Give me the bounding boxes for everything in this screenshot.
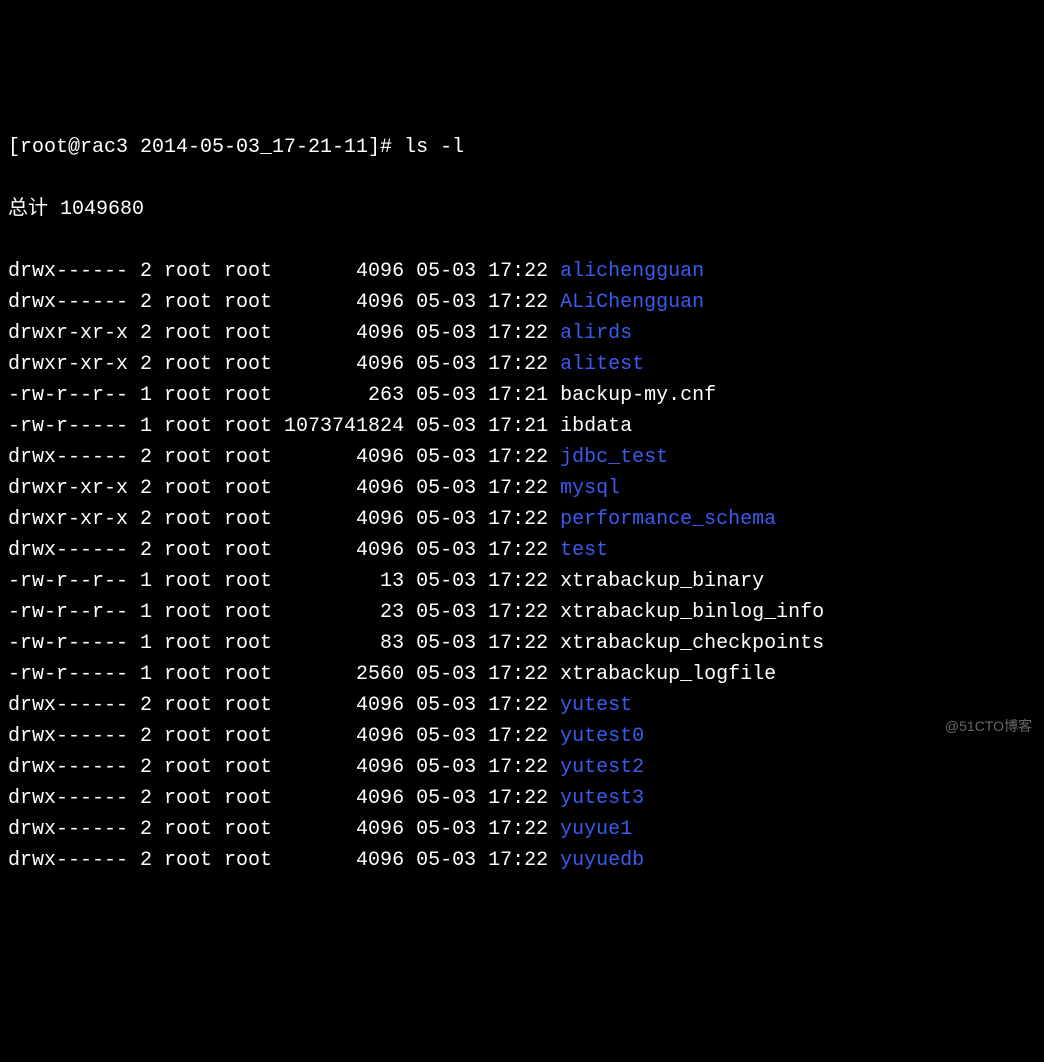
file-meta: drwx------ 2 root root 4096 05-03 17:22 bbox=[8, 787, 560, 810]
file-row: -rw-r----- 1 root root 83 05-03 17:22 xt… bbox=[8, 628, 1036, 659]
directory-name: alitest bbox=[560, 353, 644, 376]
file-row: drwxr-xr-x 2 root root 4096 05-03 17:22 … bbox=[8, 473, 1036, 504]
file-listing: drwx------ 2 root root 4096 05-03 17:22 … bbox=[8, 256, 1036, 876]
file-meta: drwx------ 2 root root 4096 05-03 17:22 bbox=[8, 849, 560, 872]
file-meta: -rw-r--r-- 1 root root 263 05-03 17:21 bbox=[8, 384, 560, 407]
directory-name: yutest3 bbox=[560, 787, 644, 810]
file-row: drwx------ 2 root root 4096 05-03 17:22 … bbox=[8, 783, 1036, 814]
file-meta: -rw-r----- 1 root root 1073741824 05-03 … bbox=[8, 415, 560, 438]
file-name: xtrabackup_binary bbox=[560, 570, 764, 593]
file-row: drwxr-xr-x 2 root root 4096 05-03 17:22 … bbox=[8, 349, 1036, 380]
file-meta: drwx------ 2 root root 4096 05-03 17:22 bbox=[8, 725, 560, 748]
file-meta: drwxr-xr-x 2 root root 4096 05-03 17:22 bbox=[8, 353, 560, 376]
directory-name: alichengguan bbox=[560, 260, 704, 283]
directory-name: yuyuedb bbox=[560, 849, 644, 872]
file-meta: drwxr-xr-x 2 root root 4096 05-03 17:22 bbox=[8, 477, 560, 500]
directory-name: jdbc_test bbox=[560, 446, 668, 469]
file-meta: drwx------ 2 root root 4096 05-03 17:22 bbox=[8, 694, 560, 717]
file-meta: drwxr-xr-x 2 root root 4096 05-03 17:22 bbox=[8, 322, 560, 345]
total-line: 总计 1049680 bbox=[8, 194, 1036, 225]
file-row: drwx------ 2 root root 4096 05-03 17:22 … bbox=[8, 690, 1036, 721]
file-row: drwx------ 2 root root 4096 05-03 17:22 … bbox=[8, 721, 1036, 752]
file-meta: drwx------ 2 root root 4096 05-03 17:22 bbox=[8, 756, 560, 779]
file-row: drwxr-xr-x 2 root root 4096 05-03 17:22 … bbox=[8, 318, 1036, 349]
directory-name: alirds bbox=[560, 322, 632, 345]
file-name: xtrabackup_binlog_info bbox=[560, 601, 824, 624]
directory-name: ALiChengguan bbox=[560, 291, 704, 314]
file-name: ibdata bbox=[560, 415, 632, 438]
file-row: -rw-r--r-- 1 root root 23 05-03 17:22 xt… bbox=[8, 597, 1036, 628]
directory-name: yutest bbox=[560, 694, 632, 717]
file-meta: drwx------ 2 root root 4096 05-03 17:22 bbox=[8, 260, 560, 283]
watermark: @51CTO博客 bbox=[945, 716, 1032, 738]
file-row: -rw-r--r-- 1 root root 13 05-03 17:22 xt… bbox=[8, 566, 1036, 597]
file-meta: drwx------ 2 root root 4096 05-03 17:22 bbox=[8, 539, 560, 562]
file-meta: drwx------ 2 root root 4096 05-03 17:22 bbox=[8, 818, 560, 841]
directory-name: yutest2 bbox=[560, 756, 644, 779]
directory-name: mysql bbox=[560, 477, 620, 500]
file-meta: drwx------ 2 root root 4096 05-03 17:22 bbox=[8, 446, 560, 469]
file-row: drwxr-xr-x 2 root root 4096 05-03 17:22 … bbox=[8, 504, 1036, 535]
file-name: xtrabackup_logfile bbox=[560, 663, 776, 686]
file-row: drwx------ 2 root root 4096 05-03 17:22 … bbox=[8, 814, 1036, 845]
file-row: drwx------ 2 root root 4096 05-03 17:22 … bbox=[8, 752, 1036, 783]
file-row: -rw-r----- 1 root root 2560 05-03 17:22 … bbox=[8, 659, 1036, 690]
file-meta: -rw-r--r-- 1 root root 23 05-03 17:22 bbox=[8, 601, 560, 624]
directory-name: yutest0 bbox=[560, 725, 644, 748]
file-meta: drwx------ 2 root root 4096 05-03 17:22 bbox=[8, 291, 560, 314]
file-row: drwx------ 2 root root 4096 05-03 17:22 … bbox=[8, 442, 1036, 473]
file-row: drwx------ 2 root root 4096 05-03 17:22 … bbox=[8, 287, 1036, 318]
file-row: drwx------ 2 root root 4096 05-03 17:22 … bbox=[8, 535, 1036, 566]
directory-name: yuyue1 bbox=[560, 818, 632, 841]
file-row: -rw-r--r-- 1 root root 263 05-03 17:21 b… bbox=[8, 380, 1036, 411]
file-name: backup-my.cnf bbox=[560, 384, 716, 407]
file-row: drwx------ 2 root root 4096 05-03 17:22 … bbox=[8, 845, 1036, 876]
directory-name: test bbox=[560, 539, 608, 562]
file-row: -rw-r----- 1 root root 1073741824 05-03 … bbox=[8, 411, 1036, 442]
directory-name: performance_schema bbox=[560, 508, 776, 531]
file-meta: drwxr-xr-x 2 root root 4096 05-03 17:22 bbox=[8, 508, 560, 531]
terminal-prompt: [root@rac3 2014-05-03_17-21-11]# ls -l bbox=[8, 132, 1036, 163]
file-meta: -rw-r----- 1 root root 2560 05-03 17:22 bbox=[8, 663, 560, 686]
file-row: drwx------ 2 root root 4096 05-03 17:22 … bbox=[8, 256, 1036, 287]
file-meta: -rw-r--r-- 1 root root 13 05-03 17:22 bbox=[8, 570, 560, 593]
file-name: xtrabackup_checkpoints bbox=[560, 632, 824, 655]
file-meta: -rw-r----- 1 root root 83 05-03 17:22 bbox=[8, 632, 560, 655]
